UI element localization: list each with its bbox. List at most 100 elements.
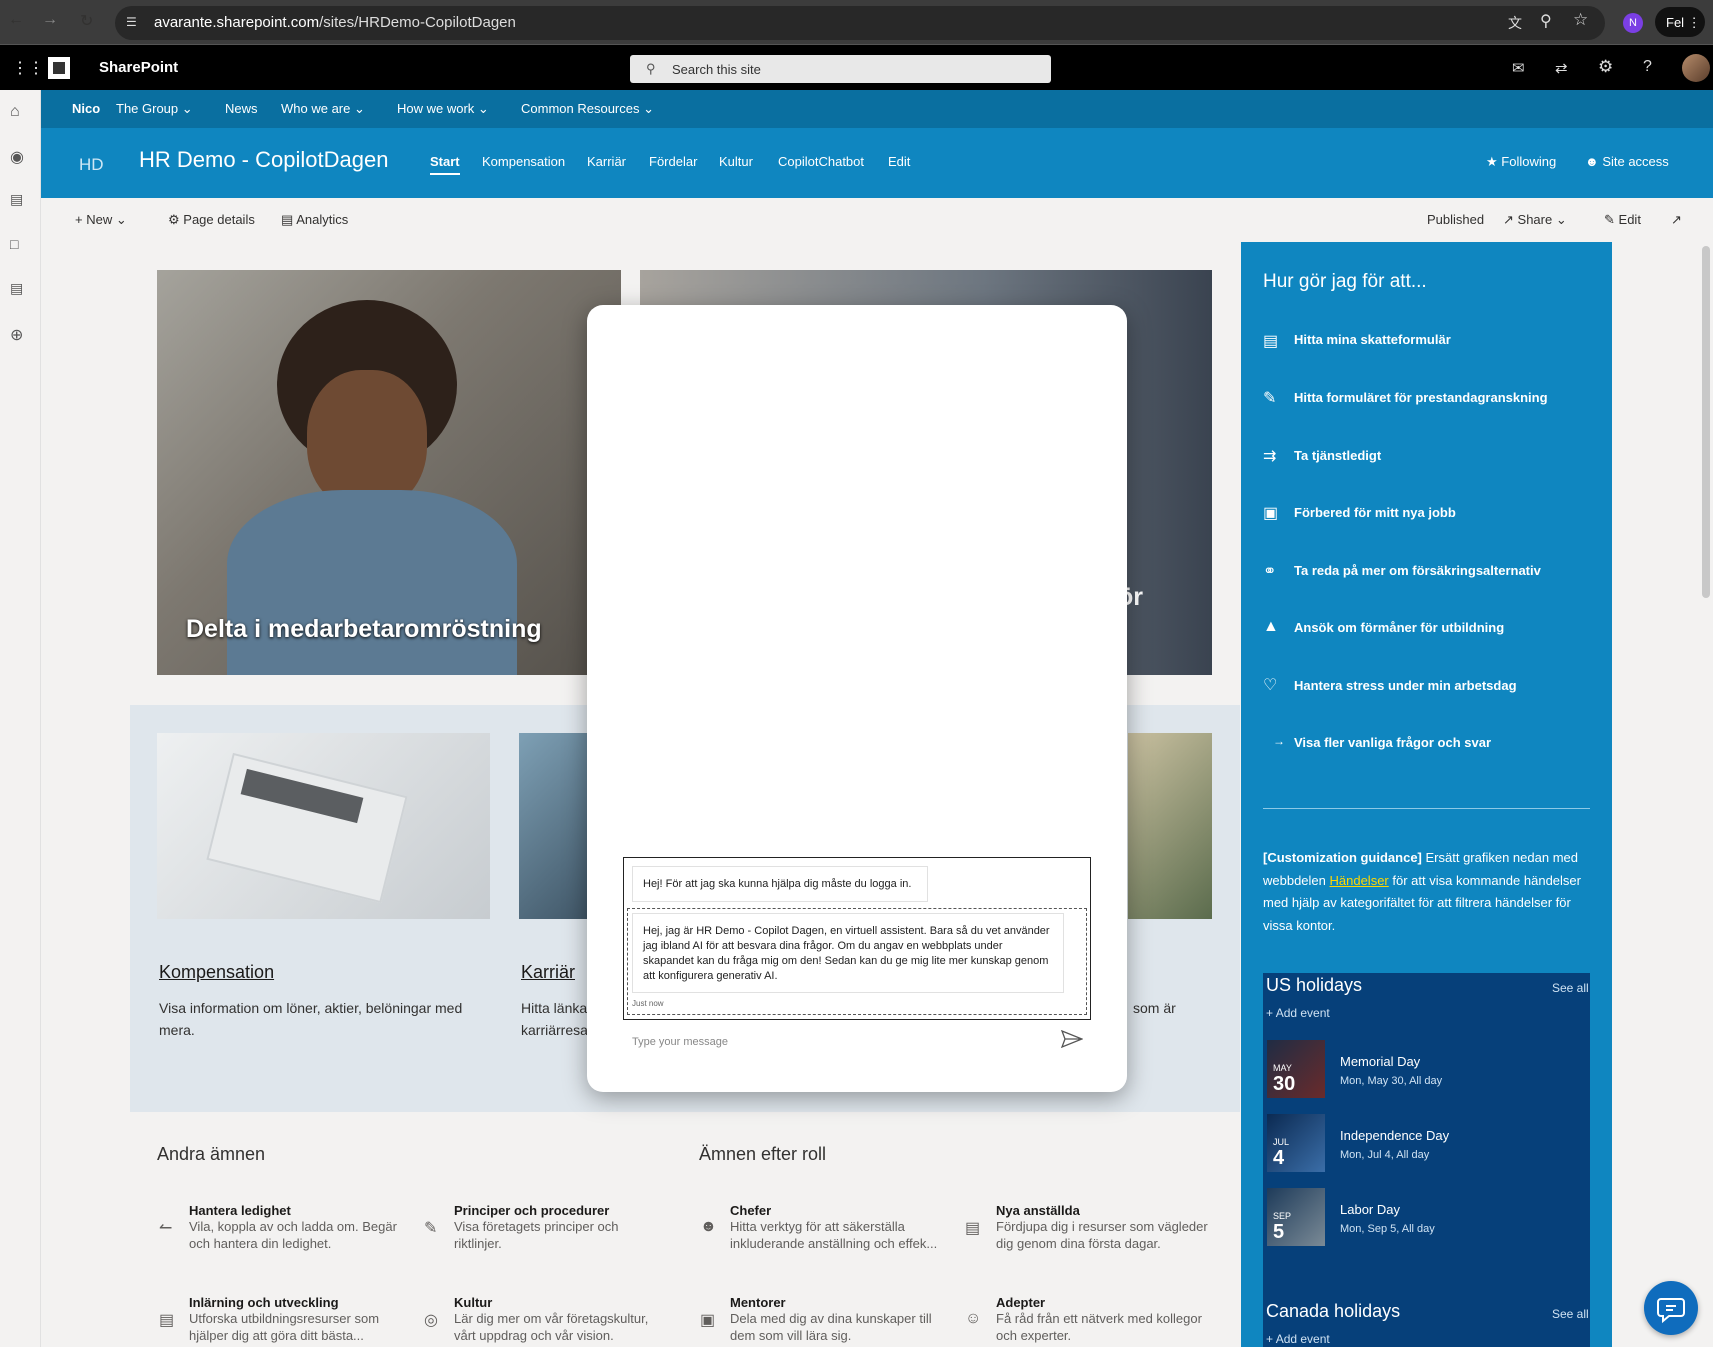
topic-nya-anstallda[interactable]: Nya anställda Fördjupa dig i resurser som… [996,1203,1208,1252]
learning-icon: ▤ [159,1312,175,1329]
hub-nav-news[interactable]: News [225,101,258,116]
news-icon[interactable]: ▤ [10,191,23,208]
topic-desc: Hitta verktyg för att säkerställa [730,1219,905,1234]
event-name[interactable]: Memorial Day [1340,1054,1420,1069]
reload-icon[interactable]: ↻ [80,11,93,31]
following-button[interactable]: ★ Following [1486,154,1556,170]
see-all-link[interactable]: See all [1552,1307,1589,1321]
edit-button[interactable]: ✎ Edit [1604,212,1641,228]
hero-caption[interactable]: Delta i medarbetaromröstning [186,615,542,644]
home-icon[interactable]: ⌂ [10,103,20,121]
back-icon[interactable]: ← [8,11,24,29]
card-title-karriar[interactable]: Karriär [521,962,575,983]
profile-avatar[interactable]: N [1623,13,1643,33]
hub-nav-home[interactable]: Nico [72,101,100,116]
url-path: /sites/HRDemo-CopilotDagen [319,14,516,31]
share-button[interactable]: ↗ Share ⌄ [1503,212,1567,228]
site-nav-kompensation[interactable]: Kompensation [482,154,565,169]
topic-title: Chefer [730,1203,772,1218]
topic-adepter[interactable]: Adepter Få råd från ett nätverk med kolle… [996,1295,1202,1344]
site-access-button[interactable]: ☻ Site access [1585,154,1669,169]
quick-link-tax-forms[interactable]: Hitta mina skatteformulär [1294,332,1451,347]
url-text[interactable]: avarante.sharepoint.com/sites/HRDemo-Cop… [154,14,516,31]
settings-gear-icon[interactable]: ⚙ [1598,57,1613,77]
topic-inlarning[interactable]: Inlärning och utveckling Utforska utbildn… [189,1295,379,1344]
site-nav-fordelar[interactable]: Fördelar [649,154,697,169]
create-plus-icon[interactable]: ⊕ [10,325,23,345]
share-network-icon[interactable]: ⇄ [1555,59,1568,77]
card-title-kompensation[interactable]: Kompensation [159,962,274,983]
new-button[interactable]: + New ⌄ [75,212,127,228]
topic-mentorer[interactable]: Mentorer Dela med dig av dina kunskaper t… [730,1295,932,1344]
event-month: SEP [1273,1211,1292,1221]
scrollbar-thumb[interactable] [1702,246,1710,598]
new-label: New [86,212,113,227]
site-nav-karriar[interactable]: Karriär [587,154,626,169]
user-avatar[interactable] [1682,54,1710,82]
card-image-calculator[interactable] [157,733,490,919]
document-icon[interactable]: □ [10,236,18,252]
star-icon: ★ [1486,154,1498,169]
site-search-box[interactable]: ⚲ Search this site [630,55,1051,83]
profile-error-badge[interactable]: Fel ⋮ [1655,7,1705,37]
events-link[interactable]: Händelser [1330,873,1389,888]
page-details-button[interactable]: ⚙ Page details [168,212,255,228]
quick-link-new-job[interactable]: Förbered för mitt nya jobb [1294,505,1456,520]
tax-form-icon: ▤ [1263,333,1279,350]
app-name[interactable]: SharePoint [99,59,178,76]
see-all-link[interactable]: See all [1552,981,1589,995]
send-icon[interactable] [1061,1030,1083,1048]
card-image-3[interactable] [1128,733,1212,919]
pencil-icon: ✎ [1604,212,1615,227]
hub-nav-the-group[interactable]: The Group ⌄ [116,101,193,117]
globe-icon[interactable]: ◉ [10,147,24,167]
zoom-icon[interactable]: ⚲ [1540,11,1552,31]
quick-link-leave[interactable]: Ta tjänstledigt [1294,448,1381,463]
plus-icon: + [75,212,83,227]
add-event-button[interactable]: + Add event [1266,1006,1330,1020]
hub-nav-who-we-are[interactable]: Who we are ⌄ [281,101,365,117]
graduation-cap-icon: ▲ [1263,618,1279,635]
topic-hantera-ledighet[interactable]: Hantera ledighet Vila, koppla av och ladd… [189,1203,397,1252]
hub-nav-common-resources[interactable]: Common Resources ⌄ [521,101,654,117]
topic-chefer[interactable]: Chefer Hitta verktyg för att säkerställa i… [730,1203,937,1252]
event-name[interactable]: Independence Day [1340,1128,1449,1143]
chat-message-input[interactable] [632,1032,1052,1052]
topic-desc: och experter. [996,1328,1072,1343]
bookmark-star-icon[interactable]: ☆ [1573,10,1588,30]
other-topics-heading: Andra ämnen [157,1144,266,1164]
help-icon[interactable]: ? [1643,58,1652,76]
site-info-icon[interactable]: ☰ [126,15,142,29]
us-holidays-title: US holidays [1266,975,1363,995]
site-nav-start[interactable]: Start [430,154,460,175]
quick-link-faq[interactable]: Visa fler vanliga frågor och svar [1294,735,1491,750]
translate-icon[interactable]: 文 [1508,13,1522,33]
site-nav-edit[interactable]: Edit [888,154,910,169]
site-logo[interactable]: HD [79,155,104,175]
share-label: Share [1517,212,1553,227]
expand-icon[interactable]: ↗ [1671,212,1682,228]
quick-link-stress[interactable]: Hantera stress under min arbetsdag [1294,678,1517,693]
analytics-button[interactable]: ▤ Analytics [281,212,348,228]
megaphone-icon[interactable]: ✉ [1512,59,1525,77]
site-title[interactable]: HR Demo - CopilotDagen [139,147,388,173]
hub-nav-how-we-work[interactable]: How we work ⌄ [397,101,489,117]
event-name[interactable]: Labor Day [1340,1202,1400,1217]
leave-door-icon: ⇉ [1263,448,1277,465]
mentor-icon: ▣ [700,1312,716,1329]
add-event-button[interactable]: + Add event [1266,1332,1330,1346]
quick-link-insurance[interactable]: Ta reda på mer om försäkringsalternativ [1294,563,1541,578]
forward-icon[interactable]: → [42,11,58,29]
chat-launcher-button[interactable] [1644,1281,1698,1335]
heart-pulse-icon: ♡ [1263,677,1278,694]
topic-principer[interactable]: Principer och procedurer Visa företagets … [454,1203,619,1252]
message-timestamp: Just now [632,999,664,1008]
card-desc-line: mera. [159,1022,195,1038]
site-nav-kultur[interactable]: Kultur [719,154,753,169]
site-nav-copilotchatbot[interactable]: CopilotChatbot [778,154,864,169]
list-icon[interactable]: ▤ [10,280,23,297]
topic-desc: riktlinjer. [454,1236,502,1251]
quick-link-education[interactable]: Ansök om förmåner för utbildning [1294,620,1504,635]
topic-kultur[interactable]: Kultur Lär dig mer om vår företagskultur,… [454,1295,648,1344]
quick-link-performance[interactable]: Hitta formuläret för prestandagranskning [1294,390,1548,405]
